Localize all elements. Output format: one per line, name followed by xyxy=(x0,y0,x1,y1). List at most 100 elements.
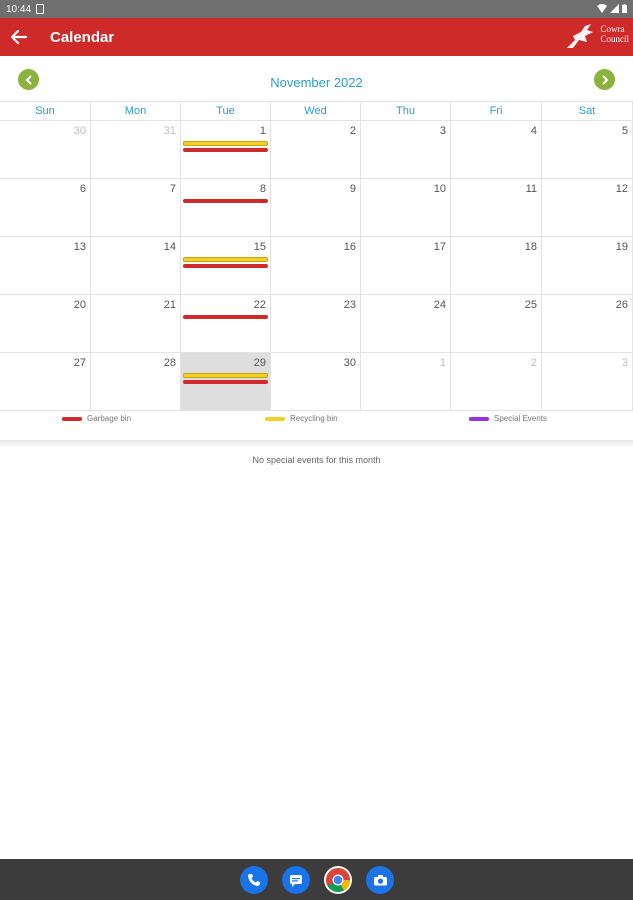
day-number: 4 xyxy=(530,125,537,137)
back-arrow-icon xyxy=(11,30,27,44)
day-cell[interactable]: 25 xyxy=(451,295,542,352)
day-cell[interactable]: 17 xyxy=(361,237,451,294)
day-cell[interactable]: 26 xyxy=(542,295,633,352)
garbage-bin-event xyxy=(183,148,268,152)
day-cell[interactable]: 7 xyxy=(91,179,181,236)
event-bars xyxy=(183,257,268,270)
garbage-bin-event xyxy=(183,264,268,268)
events-message: No special events for this month xyxy=(252,455,381,465)
weekday-sun: Sun xyxy=(0,102,91,120)
week-row: 30 31 1 2 3 4 5 xyxy=(0,121,633,179)
messages-icon[interactable] xyxy=(282,866,310,894)
page-title: Calendar xyxy=(50,28,115,46)
logo-line2: Council xyxy=(600,34,630,44)
day-number: 22 xyxy=(253,299,266,311)
day-cell[interactable]: 20 xyxy=(0,295,91,352)
day-cell[interactable]: 3 xyxy=(542,353,633,410)
day-number: 20 xyxy=(73,299,86,311)
month-navigation: November 2022 xyxy=(0,63,633,97)
legend-item: Garbage bin xyxy=(62,414,131,423)
app-dock xyxy=(240,866,394,894)
day-number: 5 xyxy=(621,125,628,137)
camera-icon[interactable] xyxy=(366,866,394,894)
day-number: 2 xyxy=(349,125,356,137)
day-number: 13 xyxy=(73,241,86,253)
day-number: 26 xyxy=(615,299,628,311)
app-bar: Calendar Cowra Council xyxy=(0,18,633,56)
day-cell[interactable]: 30 xyxy=(271,353,361,410)
day-cell[interactable]: 21 xyxy=(91,295,181,352)
day-number: 14 xyxy=(163,241,176,253)
day-cell[interactable]: 24 xyxy=(361,295,451,352)
day-number: 17 xyxy=(433,241,446,253)
status-time: 10:44 xyxy=(6,3,32,15)
status-bar: 10:44 xyxy=(0,0,633,18)
day-number: 21 xyxy=(163,299,176,311)
day-number: 24 xyxy=(433,299,446,311)
section-divider xyxy=(0,440,633,448)
weekday-tue: Tue xyxy=(181,102,271,120)
weekday-thu: Thu xyxy=(361,102,451,120)
day-cell[interactable]: 2 xyxy=(451,353,542,410)
day-cell[interactable]: 31 xyxy=(91,121,181,178)
day-cell[interactable]: 14 xyxy=(91,237,181,294)
day-cell[interactable]: 1 xyxy=(361,353,451,410)
day-number: 30 xyxy=(73,125,86,137)
day-number: 19 xyxy=(615,241,628,253)
phone-icon[interactable] xyxy=(240,866,268,894)
day-cell[interactable]: 13 xyxy=(0,237,91,294)
garbage-bin-event xyxy=(183,315,268,319)
day-cell[interactable]: 11 xyxy=(451,179,542,236)
day-cell[interactable]: 2 xyxy=(271,121,361,178)
event-bars xyxy=(183,199,268,205)
recycling-bin-event xyxy=(183,373,268,378)
day-cell[interactable]: 27 xyxy=(0,353,91,410)
day-number: 1 xyxy=(259,125,266,137)
day-number: 10 xyxy=(433,183,446,195)
day-cell[interactable]: 9 xyxy=(271,179,361,236)
event-bars xyxy=(183,373,268,386)
day-number: 12 xyxy=(615,183,628,195)
day-cell[interactable]: 28 xyxy=(91,353,181,410)
back-button[interactable] xyxy=(0,18,38,56)
day-cell[interactable]: 12 xyxy=(542,179,633,236)
council-emblem-icon xyxy=(567,24,593,48)
day-cell[interactable]: 23 xyxy=(271,295,361,352)
day-cell[interactable]: 4 xyxy=(451,121,542,178)
day-number: 11 xyxy=(525,183,537,195)
weekday-fri: Fri xyxy=(451,102,542,120)
day-cell[interactable]: 15 xyxy=(181,237,271,294)
day-cell[interactable]: 19 xyxy=(542,237,633,294)
day-cell[interactable]: 10 xyxy=(361,179,451,236)
weekday-wed: Wed xyxy=(271,102,361,120)
event-bars xyxy=(183,315,268,321)
next-month-button[interactable] xyxy=(594,69,615,90)
sim-icon xyxy=(36,4,45,14)
week-row: 6 7 8 9 10 11 12 xyxy=(0,179,633,237)
day-cell[interactable]: 3 xyxy=(361,121,451,178)
legend-item: Special Events xyxy=(469,414,547,423)
day-cell-selected[interactable]: 29 xyxy=(181,353,271,410)
day-number: 6 xyxy=(79,183,86,195)
logo-text: Cowra Council xyxy=(601,24,630,44)
legend-swatch xyxy=(469,416,489,421)
chrome-icon[interactable] xyxy=(324,866,352,894)
day-cell[interactable]: 18 xyxy=(451,237,542,294)
status-icons xyxy=(597,4,627,13)
day-number: 8 xyxy=(259,183,266,195)
day-cell[interactable]: 30 xyxy=(0,121,91,178)
day-number: 3 xyxy=(621,357,628,369)
day-cell[interactable]: 22 xyxy=(181,295,271,352)
month-title: November 2022 xyxy=(270,75,363,90)
legend-label: Recycling bin xyxy=(290,414,338,423)
day-cell[interactable]: 5 xyxy=(542,121,633,178)
legend-item: Recycling bin xyxy=(265,414,338,423)
weekday-mon: Mon xyxy=(91,102,181,120)
day-cell[interactable]: 6 xyxy=(0,179,91,236)
day-number: 9 xyxy=(349,183,356,195)
day-cell[interactable]: 8 xyxy=(181,179,271,236)
day-number: 29 xyxy=(253,357,266,369)
day-cell[interactable]: 1 xyxy=(181,121,271,178)
day-cell[interactable]: 16 xyxy=(271,237,361,294)
event-bars xyxy=(183,141,268,154)
